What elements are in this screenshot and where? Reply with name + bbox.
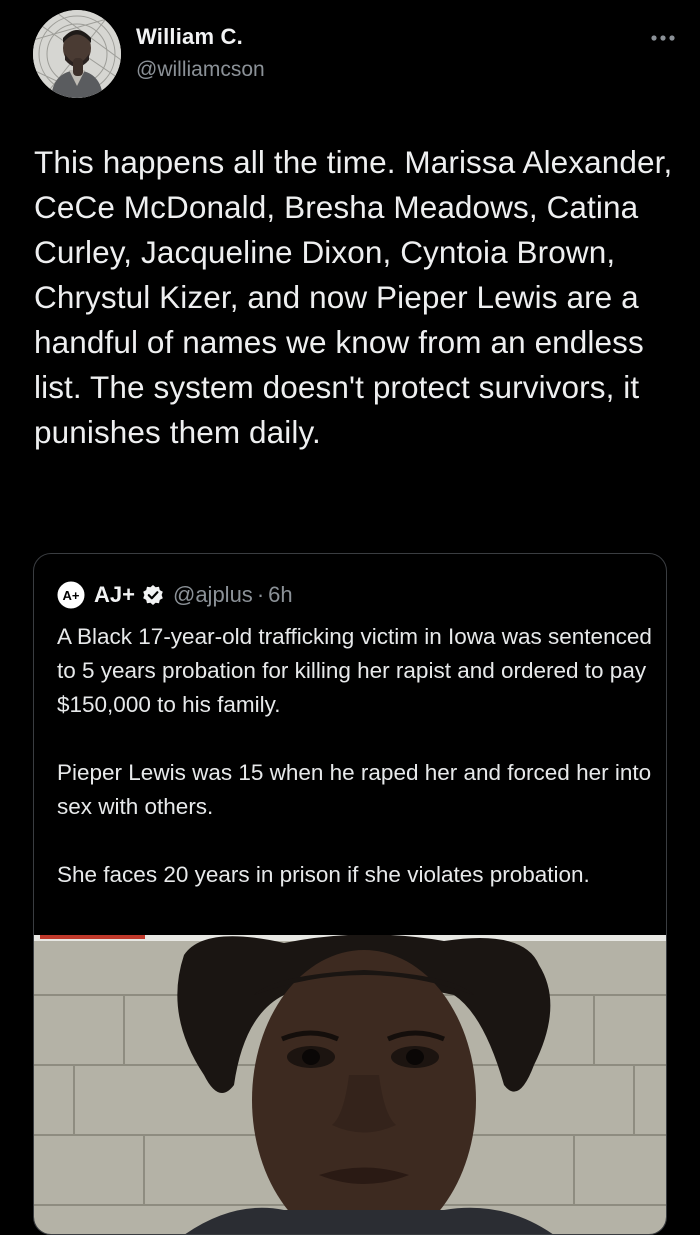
author-handle[interactable]: @williamcson (136, 58, 265, 82)
tweet: William C. @williamcson This happens all… (0, 0, 700, 1235)
author-avatar[interactable] (33, 10, 121, 98)
quoted-paragraph: A Black 17-year-old trafficking victim i… (57, 624, 652, 717)
header-separator: · (256, 582, 265, 607)
verified-badge-icon (143, 585, 163, 605)
quoted-tweet[interactable]: A+ AJ+ @ajplus · 6h A Black 17-year-old … (33, 553, 667, 1235)
quoted-tweet-text: A Black 17-year-old trafficking victim i… (57, 620, 657, 926)
quoted-paragraph: She faces 20 years in prison if she viol… (57, 862, 590, 887)
quoted-timestamp[interactable]: 6h (268, 582, 292, 608)
svg-text:A+: A+ (63, 588, 80, 603)
quoted-paragraph: Pieper Lewis was 15 when he raped her an… (57, 760, 652, 819)
quoted-media-photo[interactable] (34, 935, 666, 1234)
author-name[interactable]: William C. (136, 24, 243, 50)
photo-icon (34, 935, 666, 1234)
quoted-tweet-header: A+ AJ+ @ajplus · 6h (56, 580, 293, 610)
tweet-text: This happens all the time. Marissa Alexa… (34, 140, 674, 455)
quoted-author-name[interactable]: AJ+ (94, 582, 135, 608)
quoted-author-handle[interactable]: @ajplus (173, 582, 253, 608)
tweet-body: This happens all the time. Marissa Alexa… (34, 144, 673, 450)
more-options-icon[interactable] (650, 34, 676, 42)
ajplus-logo-icon[interactable]: A+ (56, 580, 86, 610)
avatar-photo-icon (33, 10, 121, 98)
